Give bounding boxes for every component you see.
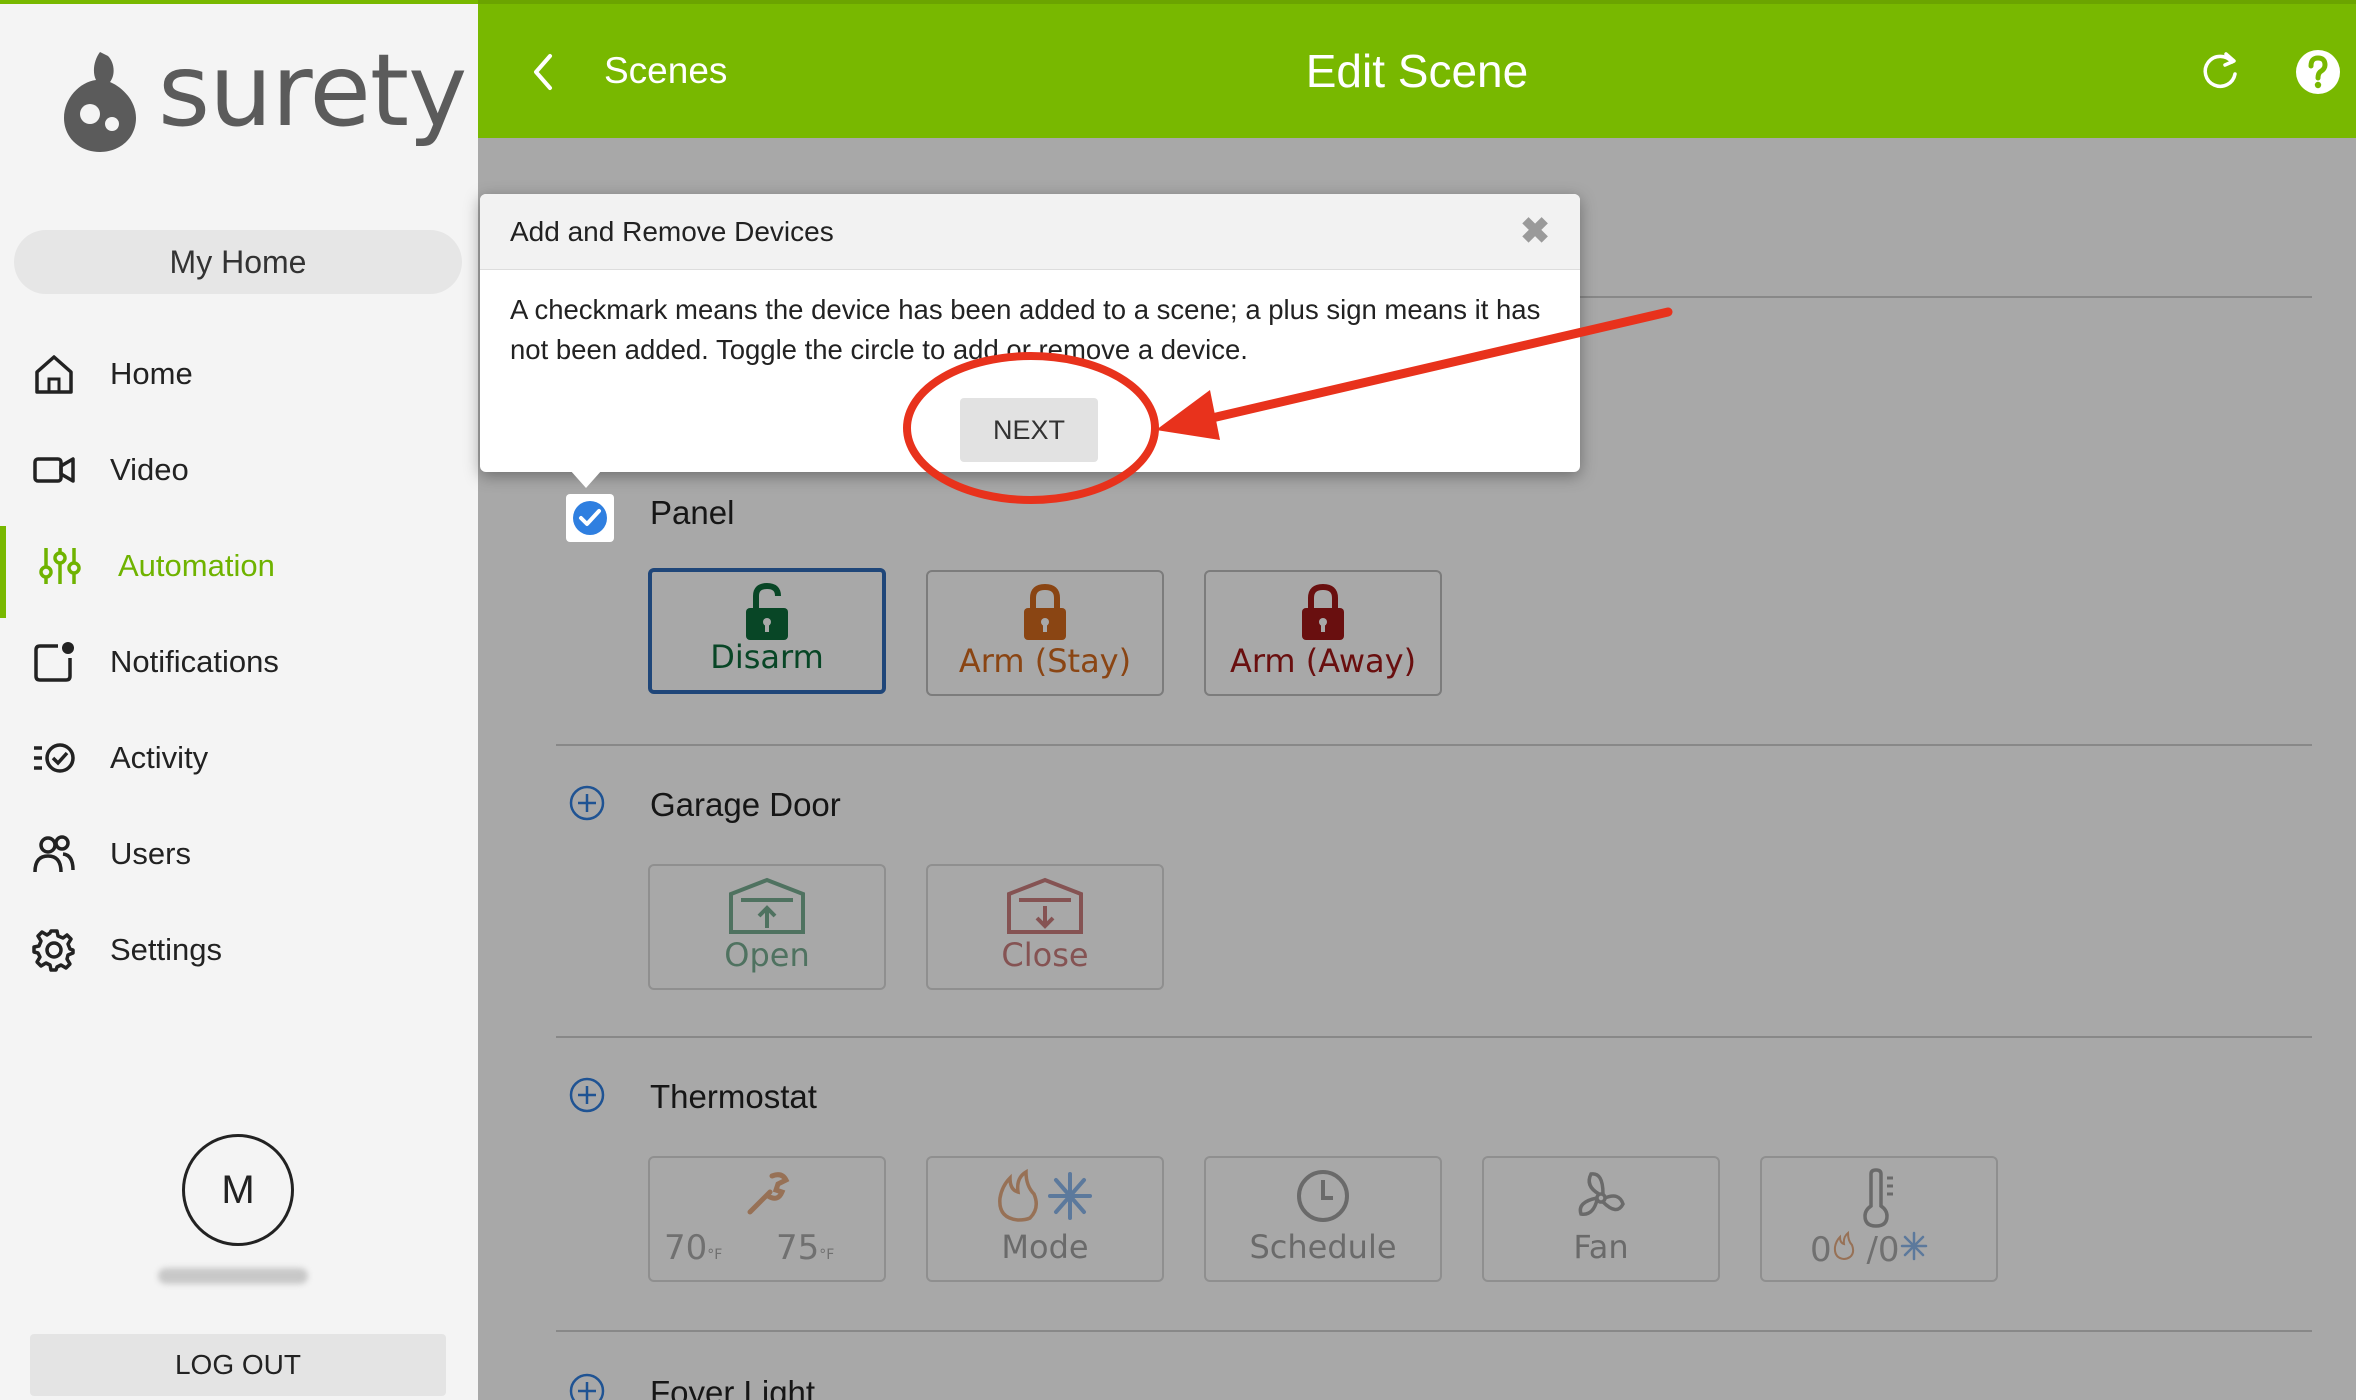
sidebar-item-label: Video [110, 452, 189, 487]
sidebar: surety My Home Home Video Automation Not… [0, 0, 478, 1400]
sidebar-item-label: Automation [118, 548, 275, 583]
sidebar-item-label: Users [110, 836, 191, 871]
close-icon[interactable]: ✖ [1520, 210, 1550, 252]
sidebar-item-notifications[interactable]: Notifications [0, 614, 478, 710]
activity-icon [34, 743, 75, 773]
popup-header: Add and Remove Devices ✖ [480, 194, 1580, 270]
popup-title: Add and Remove Devices [510, 216, 834, 247]
logout-button[interactable]: LOG OUT [30, 1334, 446, 1396]
house-icon [35, 355, 73, 394]
sidebar-item-activity[interactable]: Activity [0, 710, 478, 806]
page-title: Edit Scene [1305, 45, 1529, 97]
users-icon [33, 835, 75, 873]
sidebar-item-label: Home [110, 356, 193, 391]
popup-message: A checkmark means the device has been ad… [510, 294, 1541, 365]
help-icon[interactable] [2294, 48, 2342, 96]
bell-icon [34, 642, 74, 682]
camera-icon [33, 457, 75, 483]
logout-label: LOG OUT [174, 1349, 301, 1380]
brand-name: surety [158, 32, 467, 149]
sidebar-item-settings[interactable]: Settings [0, 902, 478, 998]
popup-pointer [570, 470, 602, 488]
gear-icon [32, 929, 75, 972]
home-selector[interactable]: My Home [14, 230, 462, 294]
sidebar-item-video[interactable]: Video [0, 422, 478, 518]
username-redacted [158, 1268, 308, 1284]
next-button-label: NEXT [992, 414, 1065, 445]
avatar-initial: M [221, 1167, 255, 1212]
sliders-icon [39, 548, 81, 584]
header-bar: Scenes Edit Scene [478, 0, 2356, 138]
sidebar-item-home[interactable]: Home [0, 326, 478, 422]
surety-logo: surety [50, 32, 467, 172]
checkmark-circle-icon [573, 501, 607, 535]
avatar[interactable]: M [182, 1134, 294, 1246]
sidebar-item-users[interactable]: Users [0, 806, 478, 902]
home-selector-label: My Home [169, 243, 307, 280]
refresh-icon[interactable] [2198, 50, 2242, 94]
sidebar-item-label: Activity [110, 740, 209, 775]
surety-logo-mark-icon [64, 52, 136, 152]
sidebar-item-label: Notifications [110, 644, 279, 679]
sidebar-item-label: Settings [110, 932, 223, 967]
sidebar-item-automation[interactable]: Automation [0, 518, 478, 618]
active-indicator [0, 526, 6, 618]
next-button[interactable]: NEXT [960, 398, 1098, 462]
tutorial-popup: Add and Remove Devices ✖ A checkmark mea… [480, 194, 1580, 488]
panel-added-toggle[interactable] [566, 494, 614, 542]
